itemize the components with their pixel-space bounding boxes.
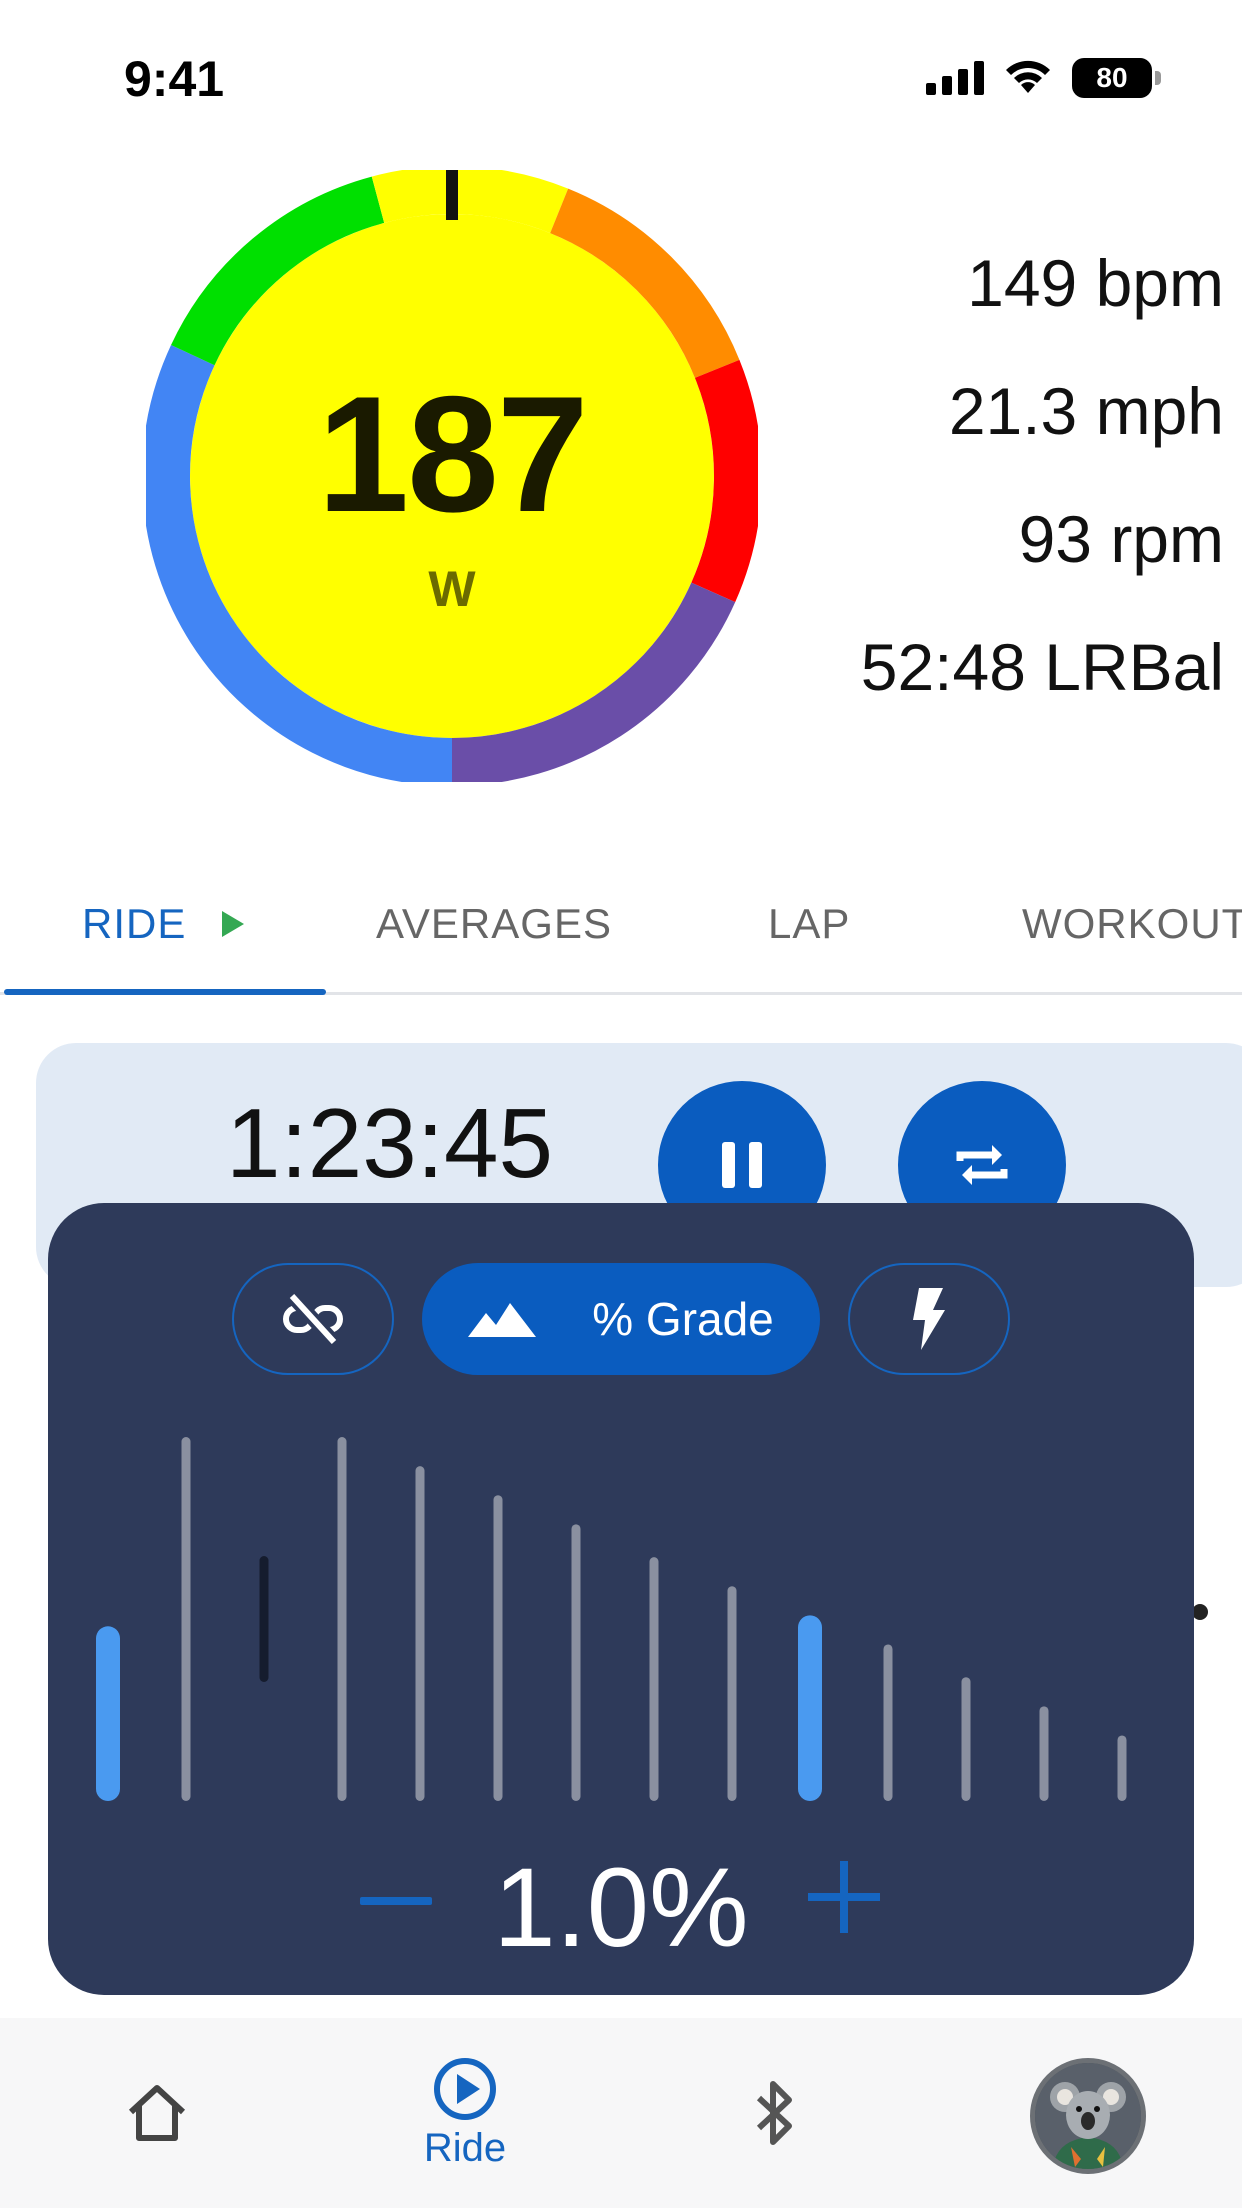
bluetooth-icon [756, 2081, 792, 2145]
bottom-navigation: Ride [0, 2018, 1242, 2208]
power-value: 187 [317, 362, 588, 546]
repeat-icon [956, 1145, 1008, 1185]
status-bar: 9:41 80 [0, 0, 1242, 160]
pause-icon [722, 1142, 762, 1188]
elapsed-time: 1:23:45 [226, 1088, 553, 1198]
grade-bar [571, 1524, 581, 1801]
lr-balance-metric: 52:48 LRBal [860, 630, 1224, 704]
play-circle-icon [434, 2057, 496, 2120]
target-tick-marker [446, 170, 458, 220]
grade-control-panel: % Grade 1.0% [48, 1203, 1194, 1995]
status-time: 9:41 [124, 51, 225, 107]
profile-avatar[interactable] [1030, 2058, 1146, 2174]
zone-yellow-arc [371, 170, 569, 234]
grade-bar [727, 1586, 737, 1801]
tab-bar: RIDE AVERAGES LAP WORKOUT [0, 880, 1242, 995]
grade-bar [649, 1557, 659, 1801]
grade-bar [1039, 1706, 1049, 1801]
koala-avatar-icon [1035, 2063, 1141, 2169]
grade-bar [337, 1437, 347, 1801]
power-gauge: 187 W [146, 170, 758, 782]
home-icon [128, 2085, 186, 2141]
metrics-list: 149 bpm 21.3 mph 93 rpm 52:48 LRBal [861, 245, 1224, 757]
grade-bar [961, 1677, 971, 1801]
heart-rate-metric: 149 bpm [967, 246, 1224, 320]
grade-bar [1117, 1735, 1127, 1801]
grade-bar [181, 1437, 191, 1801]
tab-ride[interactable]: RIDE [82, 900, 245, 948]
wifi-icon [1006, 60, 1050, 93]
nav-ride-label: Ride [423, 2125, 507, 2170]
grade-bar [493, 1495, 503, 1801]
speed-metric: 21.3 mph [948, 374, 1224, 448]
grade-bar [798, 1615, 822, 1801]
tab-ride-label: RIDE [82, 900, 187, 947]
tab-lap[interactable]: LAP [768, 900, 850, 948]
cadence-metric: 93 rpm [1018, 502, 1224, 576]
increase-grade-button[interactable] [808, 1861, 880, 1933]
nav-home[interactable] [112, 2018, 202, 2208]
grade-value-row: 1.0% [48, 1843, 1194, 1970]
grade-bar [883, 1644, 893, 1801]
battery-level: 80 [1096, 62, 1128, 93]
play-indicator-icon [222, 910, 245, 937]
grade-bar [96, 1626, 120, 1801]
battery-icon: 80 [1072, 58, 1161, 98]
tab-averages[interactable]: AVERAGES [376, 900, 612, 948]
tab-workout[interactable]: WORKOUT [1022, 900, 1242, 948]
grade-bar [415, 1466, 425, 1801]
status-icons: 80 [926, 58, 1161, 98]
scroll-dot [1192, 1604, 1208, 1620]
cellular-signal-icon [926, 61, 984, 95]
nav-ride[interactable]: Ride [405, 2018, 525, 2208]
active-tab-indicator [4, 989, 326, 995]
power-unit: W [428, 561, 476, 617]
nav-bluetooth[interactable] [745, 2018, 805, 2208]
grade-bar [259, 1556, 269, 1682]
grade-value: 1.0% [493, 1845, 749, 1970]
